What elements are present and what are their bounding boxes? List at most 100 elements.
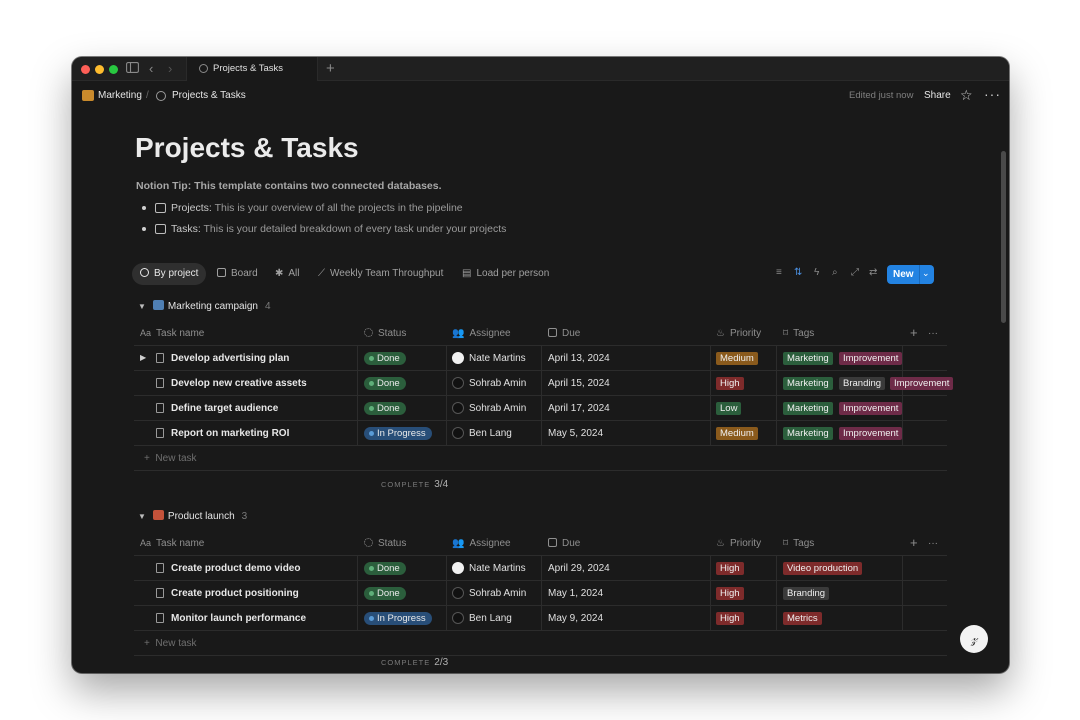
priority-badge[interactable]: High [716,612,744,625]
view-tab-by-project[interactable]: By project [132,263,206,285]
add-property-plus-icon[interactable]: + [910,325,918,340]
due-date[interactable]: May 1, 2024 [548,588,603,599]
breadcrumb-page[interactable]: Projects & Tasks [172,90,246,101]
col-tags[interactable]: ⌑Tags [783,328,814,339]
forward-arrow-icon[interactable]: › [168,62,172,76]
new-task-row[interactable]: + New task [134,446,947,471]
more-options-icon[interactable]: ··· [928,538,938,549]
table-row[interactable]: Monitor launch performance In Progress B… [134,606,947,631]
breadcrumb-workspace[interactable]: Marketing [98,90,142,101]
tag-badge[interactable]: Video production [783,562,862,575]
task-name[interactable]: Develop advertising plan [171,353,289,364]
back-arrow-icon[interactable]: ‹ [149,62,153,76]
table-row[interactable]: Report on marketing ROI In Progress Ben … [134,421,947,446]
table-row[interactable]: Create product demo video Done Nate Mart… [134,556,947,581]
view-tab-board[interactable]: Board [209,263,266,285]
tag-badge[interactable]: Improvement [890,377,953,390]
sort-icon[interactable]: ⇅ [794,267,802,278]
lightning-icon[interactable]: ϟ [814,267,819,278]
tab-projects-tasks[interactable]: Projects & Tasks [186,57,318,81]
task-name[interactable]: Define target audience [171,403,278,414]
status-badge[interactable]: Done [364,587,406,600]
task-name[interactable]: Create product positioning [171,588,299,599]
expand-triangle-icon[interactable]: ▶ [140,353,146,362]
priority-badge[interactable]: High [716,377,744,390]
status-badge[interactable]: In Progress [364,427,432,440]
task-name[interactable]: Report on marketing ROI [171,428,289,439]
status-badge[interactable]: Done [364,402,406,415]
tag-badge[interactable]: Marketing [783,352,833,365]
group-header-product-launch[interactable]: ▼Product launch3 [138,510,247,526]
tag-badge[interactable]: Marketing [783,427,833,440]
tag-badge[interactable]: Branding [839,377,885,390]
task-name[interactable]: Create product demo video [171,563,300,574]
new-task-button[interactable]: + New task [144,453,197,464]
status-badge[interactable]: In Progress [364,612,432,625]
group-header-marketing-campaign[interactable]: ▼Marketing campaign4 [138,300,271,316]
new-button[interactable]: New ⌄ [887,265,934,284]
assignee-name[interactable]: Ben Lang [469,428,512,439]
status-badge[interactable]: Done [364,562,406,575]
col-status[interactable]: Status [364,328,406,339]
new-task-button[interactable]: + New task [144,638,197,649]
tag-badge[interactable]: Metrics [783,612,822,625]
search-icon[interactable]: ⌕ [832,267,838,278]
table-row[interactable]: Develop new creative assets Done Sohrab … [134,371,947,396]
assignee-name[interactable]: Sohrab Amin [469,403,526,414]
assignee-name[interactable]: Ben Lang [469,613,512,624]
status-badge[interactable]: Done [364,352,406,365]
table-row[interactable]: Define target audience Done Sohrab Amin … [134,396,947,421]
filter-icon[interactable]: ≡ [776,267,782,278]
priority-badge[interactable]: Low [716,402,741,415]
col-assignee[interactable]: 👥Assignee [452,328,511,339]
task-name[interactable]: Develop new creative assets [171,378,307,389]
add-property-plus-icon[interactable]: + [910,535,918,550]
assignee-name[interactable]: Sohrab Amin [469,588,526,599]
priority-badge[interactable]: Medium [716,352,758,365]
assignee-name[interactable]: Nate Martins [469,563,526,574]
table-row[interactable]: Create product positioning Done Sohrab A… [134,581,947,606]
chevron-down-icon[interactable]: ⌄ [922,268,930,279]
col-task-name[interactable]: AaTask name [140,538,204,549]
view-tab-weekly-throughput[interactable]: ⟋Weekly Team Throughput [310,263,451,285]
settings-sliders-icon[interactable]: ⇄ [869,267,877,278]
tag-badge[interactable]: Improvement [839,427,902,440]
col-task-name[interactable]: AaTask name [140,328,204,339]
task-name[interactable]: Monitor launch performance [171,613,306,624]
sidebar-toggle-icon[interactable] [126,62,139,76]
more-options-icon[interactable]: ··· [984,86,1001,102]
col-priority[interactable]: ♨Priority [716,328,761,339]
due-date[interactable]: April 17, 2024 [548,403,610,414]
col-priority[interactable]: ♨Priority [716,538,761,549]
due-date[interactable]: May 9, 2024 [548,613,603,624]
collapse-triangle-icon[interactable]: ▼ [138,512,146,521]
col-status[interactable]: Status [364,538,406,549]
tag-badge[interactable]: Branding [783,587,829,600]
assignee-name[interactable]: Sohrab Amin [469,378,526,389]
view-tab-load-per-person[interactable]: ▤Load per person [454,263,557,285]
due-date[interactable]: April 13, 2024 [548,353,610,364]
priority-badge[interactable]: High [716,587,744,600]
assignee-name[interactable]: Nate Martins [469,353,526,364]
maximize-window-button[interactable] [109,65,118,74]
table-row[interactable]: ▶ Develop advertising plan Done Nate Mar… [134,346,947,371]
tag-badge[interactable]: Improvement [839,402,902,415]
share-button[interactable]: Share [924,90,951,101]
collapse-triangle-icon[interactable]: ▼ [138,302,146,311]
bullet-label[interactable]: Projects: [171,202,212,214]
col-tags[interactable]: ⌑Tags [783,538,814,549]
priority-badge[interactable]: High [716,562,744,575]
status-badge[interactable]: Done [364,377,406,390]
notion-ai-button[interactable]: 𝓏 [960,625,988,653]
view-tab-all[interactable]: ✱All [267,263,308,285]
tag-badge[interactable]: Marketing [783,402,833,415]
expand-icon[interactable]: ⤢ [851,267,859,278]
star-icon[interactable]: ☆ [960,87,973,104]
more-options-icon[interactable]: ··· [928,328,938,339]
close-window-button[interactable] [81,65,90,74]
due-date[interactable]: April 29, 2024 [548,563,610,574]
bullet-label[interactable]: Tasks: [171,223,201,235]
due-date[interactable]: April 15, 2024 [548,378,610,389]
priority-badge[interactable]: Medium [716,427,758,440]
col-due[interactable]: Due [548,328,580,339]
